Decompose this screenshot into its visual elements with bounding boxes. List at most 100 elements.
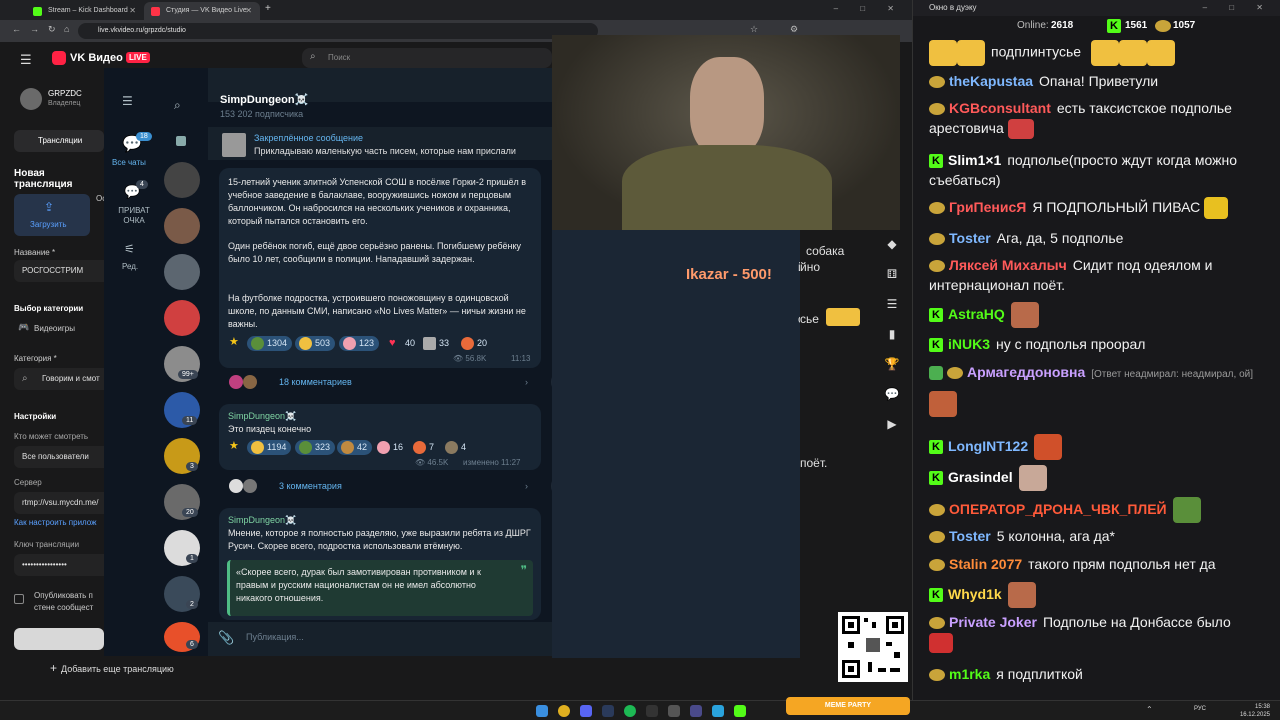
menu-icon[interactable]: ☰ bbox=[20, 52, 32, 68]
reaction[interactable]: 42 bbox=[337, 440, 373, 455]
chat-avatar[interactable] bbox=[164, 300, 200, 336]
category-input[interactable]: ⌕ Говорим и смот bbox=[14, 368, 114, 390]
add-stream-button[interactable]: + Добавить еще трансляцию bbox=[50, 658, 210, 678]
reaction[interactable]: 33 bbox=[419, 336, 454, 351]
tab-streams[interactable]: Трансляции bbox=[14, 130, 104, 152]
name-input[interactable]: РОСГОССТРИМ bbox=[14, 260, 114, 282]
window-controls[interactable]: – □ ✕ bbox=[1203, 0, 1273, 16]
reaction[interactable]: 503 bbox=[295, 336, 336, 351]
dice-icon[interactable]: ⚅ bbox=[884, 266, 900, 282]
comments-link[interactable]: 18 комментариев › bbox=[219, 368, 541, 396]
chat-avatar[interactable]: 11 bbox=[164, 392, 200, 428]
trophy-icon[interactable]: 🏆 bbox=[884, 356, 900, 372]
vk-logo-text[interactable]: VK Видео bbox=[70, 52, 123, 64]
avatar[interactable] bbox=[20, 88, 42, 110]
username[interactable]: LongINT122 bbox=[948, 438, 1028, 454]
steam-icon[interactable] bbox=[602, 705, 614, 717]
comments-link[interactable]: 3 комментария › bbox=[219, 472, 541, 500]
tab-vk-studio[interactable]: Студия — VK Видео Live ✕ bbox=[144, 2, 260, 20]
saved-messages-icon[interactable] bbox=[176, 136, 186, 146]
username[interactable]: m1rka bbox=[949, 666, 990, 682]
server-input[interactable]: rtmp://vsu.mycdn.me/ bbox=[14, 492, 114, 514]
start-stream-button[interactable] bbox=[14, 628, 104, 650]
tray-up-icon[interactable]: ⌃ bbox=[1146, 705, 1153, 714]
category-option[interactable]: Видеоигры bbox=[34, 324, 75, 333]
username[interactable]: Ляксей Михалыч bbox=[949, 257, 1067, 273]
tab-kick-dashboard[interactable]: Stream – Kick Dashboard ✕ bbox=[26, 2, 144, 20]
vk-search-input[interactable]: ⌕ Поиск bbox=[302, 48, 552, 68]
chrome-icon[interactable] bbox=[558, 705, 570, 717]
username[interactable]: KGBconsultant bbox=[949, 100, 1051, 116]
reaction[interactable]: 16 bbox=[373, 440, 408, 455]
window-controls[interactable]: – □ ✕ bbox=[834, 4, 904, 13]
username[interactable]: ГриПенисЯ bbox=[949, 199, 1026, 215]
channel-header[interactable]: SimpDungeon☠️ 153 202 подписчика bbox=[208, 68, 552, 119]
reaction[interactable]: 1194 bbox=[247, 440, 292, 455]
chat-avatar[interactable] bbox=[164, 208, 200, 244]
menu-icon[interactable]: ☰ bbox=[122, 94, 133, 108]
chat-avatar[interactable]: 6 bbox=[164, 622, 200, 652]
reload-icon[interactable]: ↻ bbox=[48, 24, 56, 35]
reaction[interactable]: 123 bbox=[339, 336, 380, 351]
message-input[interactable]: Публикация... bbox=[246, 632, 304, 642]
discord-icon[interactable] bbox=[580, 705, 592, 717]
diamond-icon[interactable]: ◆ bbox=[884, 236, 900, 252]
chat-avatar[interactable]: 99+ bbox=[164, 346, 200, 382]
telegram-icon[interactable] bbox=[712, 705, 724, 717]
username[interactable]: Toster bbox=[949, 528, 991, 544]
username[interactable]: Toster bbox=[949, 230, 991, 246]
forward-icon[interactable]: → bbox=[30, 24, 39, 34]
folder-edit[interactable]: ⚟ Ред. bbox=[112, 242, 152, 278]
username[interactable]: AstraHQ bbox=[948, 306, 1005, 322]
video-icon[interactable]: ▶ bbox=[884, 416, 900, 432]
search-icon[interactable]: ⌕ bbox=[174, 98, 181, 113]
reaction[interactable]: 20 bbox=[457, 336, 492, 351]
username[interactable]: theKapustaa bbox=[949, 73, 1033, 89]
post-author[interactable]: SimpDungeon☠️ bbox=[228, 410, 535, 423]
star-icon[interactable]: ★ bbox=[229, 336, 239, 349]
clock[interactable]: 15:38 16.12.2025 bbox=[1240, 703, 1270, 719]
username[interactable]: Private Joker bbox=[949, 614, 1037, 630]
username[interactable]: iNUK3 bbox=[948, 336, 990, 352]
star-icon[interactable]: ★ bbox=[229, 440, 239, 453]
reaction[interactable]: ♥ 40 bbox=[385, 336, 420, 351]
stream-key-input[interactable]: •••••••••••••••• bbox=[14, 554, 114, 576]
language-indicator[interactable]: РУС bbox=[1194, 706, 1206, 712]
chat-avatar[interactable] bbox=[164, 162, 200, 198]
chat-avatar[interactable]: 20 bbox=[164, 484, 200, 520]
chat-avatar[interactable]: 1 bbox=[164, 530, 200, 566]
extensions-icon[interactable]: ⚙ bbox=[790, 24, 798, 35]
publish-checkbox[interactable] bbox=[14, 594, 24, 604]
howto-link[interactable]: Как настроить прилож bbox=[14, 518, 97, 527]
username[interactable]: Whyd1k bbox=[948, 586, 1002, 602]
close-tab-icon[interactable]: ✕ bbox=[129, 2, 136, 20]
home-icon[interactable]: ⌂ bbox=[64, 24, 69, 34]
folder-all-chats[interactable]: 💬 18 Все чаты bbox=[112, 128, 152, 168]
app-icon[interactable] bbox=[668, 705, 680, 717]
username[interactable]: Stalin 2077 bbox=[949, 556, 1022, 572]
upload-button[interactable]: ⇪ Загрузить bbox=[14, 194, 90, 236]
reaction[interactable]: 1304 bbox=[247, 336, 293, 351]
obs-icon[interactable] bbox=[646, 705, 658, 717]
kick-app-icon[interactable] bbox=[734, 705, 746, 717]
bookmark-star-icon[interactable]: ☆ bbox=[750, 24, 758, 35]
username[interactable]: ОПЕРАТОР_ДРОНА_ЧВК_ПЛЕЙ bbox=[949, 501, 1167, 517]
reaction[interactable]: 323 bbox=[295, 440, 336, 455]
chat-avatar[interactable] bbox=[164, 254, 200, 290]
stats-icon[interactable]: ▮ bbox=[884, 326, 900, 342]
chat-avatar[interactable]: 2 bbox=[164, 576, 200, 612]
who-watch-select[interactable]: Все пользователи bbox=[14, 446, 114, 468]
username[interactable]: Армагеддоновна bbox=[967, 364, 1085, 380]
spotify-icon[interactable] bbox=[624, 705, 636, 717]
reaction[interactable]: 4 bbox=[441, 440, 471, 455]
list-icon[interactable]: ☰ bbox=[884, 296, 900, 312]
chat-avatar[interactable]: 3 bbox=[164, 438, 200, 474]
pinned-message-bar[interactable]: Закреплённое сообщение Прикладываю мален… bbox=[208, 126, 552, 160]
post-author[interactable]: SimpDungeon☠️ bbox=[228, 514, 535, 527]
close-tab-icon[interactable]: ✕ bbox=[245, 2, 252, 20]
new-tab-button[interactable]: + bbox=[265, 3, 271, 14]
chat-bubble-icon[interactable]: 💬 bbox=[884, 386, 900, 402]
url-input[interactable]: live.vkvideo.ru/grpzdc/studio bbox=[78, 23, 598, 39]
start-icon[interactable] bbox=[536, 705, 548, 717]
username[interactable]: Slim1×1 bbox=[948, 152, 1001, 168]
